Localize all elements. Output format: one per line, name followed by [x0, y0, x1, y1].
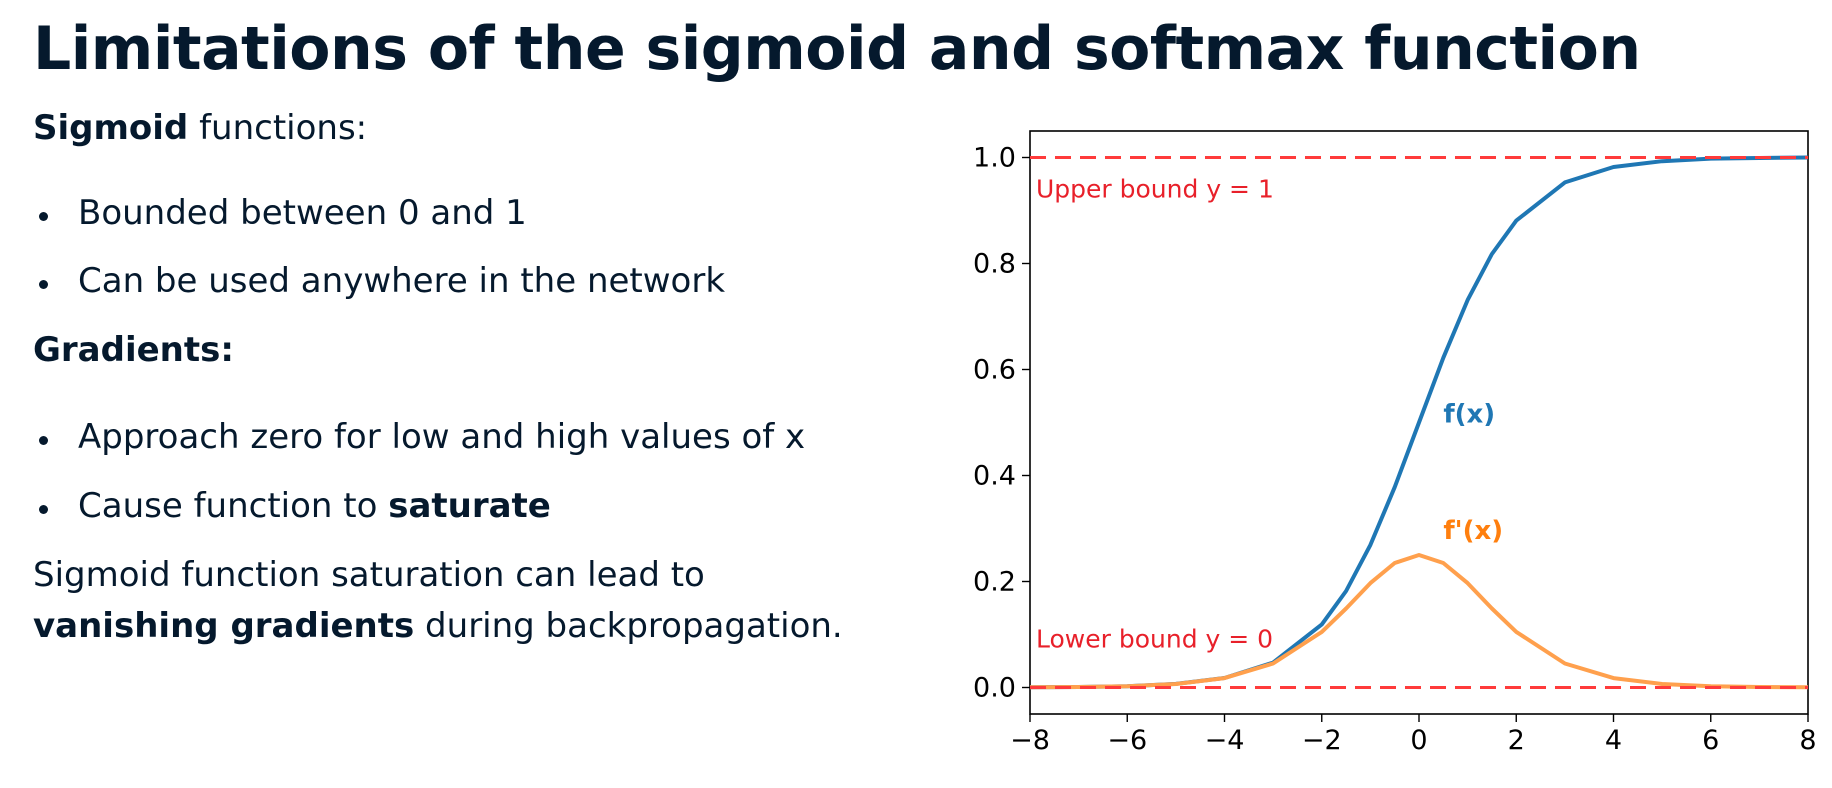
sigmoid-chart: −8 −6 −4 −2 0 2 4 6 8 0.0 0.2 0.4 0.6 0.8 1.0 Upper bou…: [973, 130, 1817, 756]
series-line: [1029, 553, 1809, 690]
x-tick-label: −2: [1302, 725, 1342, 756]
reference-label: Lower bound y = 0: [1036, 625, 1273, 654]
plot-area: −8 −6 −4 −2 0 2 4 6 8 0.0 0.2 0.4 0.6 0.8 1.0 Upper bou…: [973, 130, 1817, 756]
x-tick-label: −6: [1107, 725, 1147, 756]
y-tick-label: 0.6: [973, 355, 1016, 386]
y-tick-label: 0.0: [973, 673, 1016, 704]
y-tick-label: 0.2: [973, 567, 1016, 598]
x-tick-label: 4: [1605, 725, 1622, 756]
x-tick-label: 6: [1702, 725, 1719, 756]
reference-label: Upper bound y = 1: [1036, 175, 1274, 204]
x-tick-label: −4: [1205, 725, 1245, 756]
series-line: [1029, 155, 1809, 690]
series-annotation: f'(x): [1443, 516, 1503, 546]
y-tick-label: 0.4: [973, 461, 1016, 492]
y-tick-label: 0.8: [973, 249, 1016, 280]
x-tick-label: 8: [1799, 725, 1816, 756]
x-tick-label: −8: [1010, 725, 1050, 756]
x-tick-label: 2: [1508, 725, 1525, 756]
x-tick-label: 0: [1410, 725, 1427, 756]
series-annotation: f(x): [1443, 400, 1495, 430]
y-tick-label: 1.0: [973, 143, 1016, 174]
